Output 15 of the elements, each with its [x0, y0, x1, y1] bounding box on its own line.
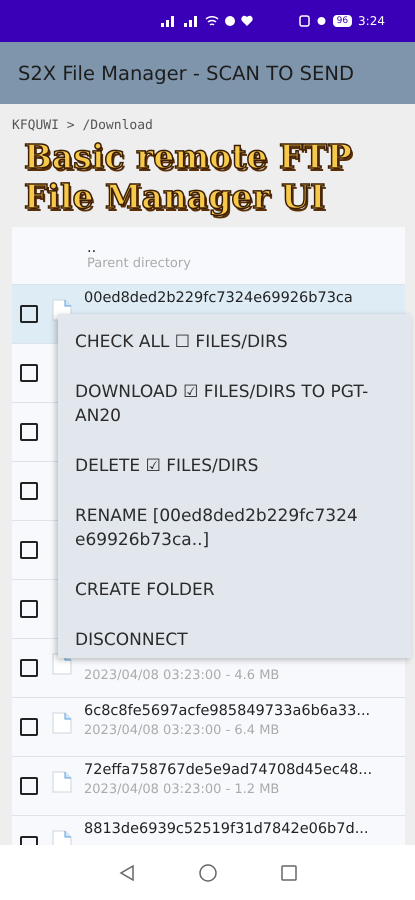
battery-indicator: 96 [332, 15, 352, 27]
caption-text: Basic remote FTP [24, 137, 352, 177]
file-name: .. [87, 240, 96, 256]
file-meta: 2023/04/08 03:23:00 - 6.4 MB [84, 723, 280, 738]
file-name: 72effa758767de5e9ad74708d45ec48... [84, 762, 372, 778]
app-title: S2X File Manager - SCAN TO SEND [18, 62, 354, 84]
file-meta: 2023/04/08 03:23:00 - 4.6 MB [84, 668, 280, 683]
file-meta: 2023/04/08 03:23:00 - 1.2 MB [84, 782, 280, 797]
file-name: 00ed8ded2b229fc7324e69926b73ca [84, 290, 353, 306]
caption-text: File Manager UI [24, 177, 326, 217]
path-breadcrumb: KFQUWI > /Download [11, 117, 154, 133]
clock: 3:24 [358, 14, 385, 28]
file-meta: Parent directory [87, 256, 191, 271]
file-name: 6c8c8fe5697acfe985849733a6b6a33... [84, 703, 370, 719]
file-name: 8813de6939c52519f31d7842e06b7d... [84, 821, 369, 837]
